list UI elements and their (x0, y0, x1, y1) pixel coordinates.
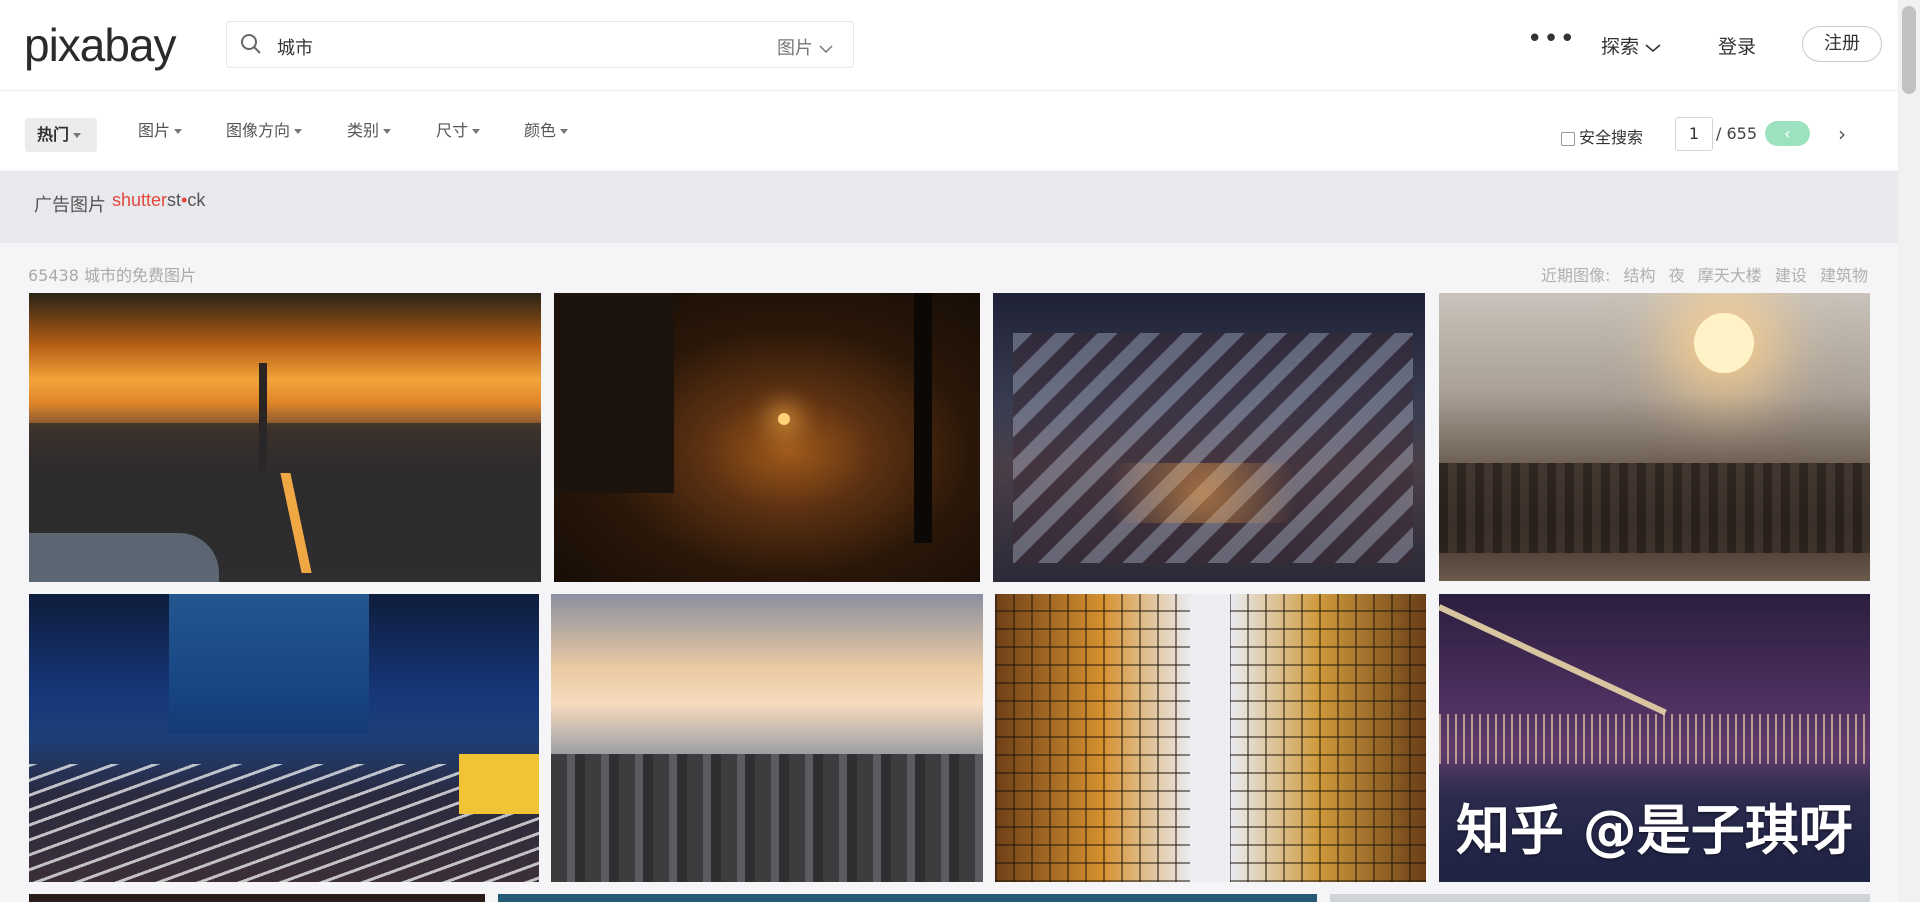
safe-search-toggle[interactable]: 安全搜索 (1561, 124, 1643, 148)
more-menu-button[interactable]: ••• (1527, 24, 1576, 54)
recent-tag[interactable]: 夜 (1669, 266, 1685, 285)
building-left (554, 293, 674, 493)
skyscrapers (551, 754, 983, 882)
caret-down-icon (383, 129, 392, 134)
photo-row3-c[interactable] (1330, 894, 1870, 902)
recent-label: 近期图像: (1541, 266, 1611, 285)
result-count: 65438 城市的免费图片 (28, 266, 196, 285)
login-link[interactable]: 登录 (1718, 32, 1756, 59)
search-input[interactable]: 城市 (277, 34, 313, 60)
recent-tag[interactable]: 建设 (1775, 266, 1807, 285)
photo-row3-b[interactable] (498, 894, 1317, 902)
checkbox[interactable] (1561, 131, 1575, 146)
caret-down-icon (73, 133, 82, 138)
sky-gap (1190, 594, 1230, 882)
photo-skyline-haze[interactable] (551, 594, 983, 882)
tree-trunk (914, 293, 932, 543)
scrollbar-thumb[interactable] (1902, 6, 1916, 94)
filter-hot[interactable]: 热门 (25, 118, 97, 152)
filter-category[interactable]: 类别 (347, 117, 392, 141)
recent-tag[interactable]: 建筑物 (1820, 266, 1868, 285)
crowd (1439, 463, 1870, 553)
sponsored-label: 广告图片 (34, 195, 106, 216)
next-page-button[interactable]: › (1838, 122, 1846, 146)
filter-image-label: 图片 (138, 121, 171, 140)
search-type-dropdown[interactable]: 图片 (777, 34, 833, 60)
safe-search-label: 安全搜索 (1579, 128, 1644, 147)
filter-hot-label: 热门 (37, 125, 70, 144)
city-lights (1439, 714, 1870, 764)
search-icon[interactable] (239, 32, 263, 60)
photo-light-trails-city[interactable] (29, 594, 539, 882)
page-scrollbar[interactable] (1898, 0, 1920, 902)
prev-page-button[interactable]: ‹ (1765, 121, 1810, 146)
photo-row3-a[interactable] (29, 894, 485, 902)
explore-menu[interactable]: 探索 (1601, 32, 1661, 59)
caret-down-icon (472, 129, 481, 134)
filter-size[interactable]: 尺寸 (436, 117, 481, 141)
shutterstock-logo[interactable]: shutterst•ck (112, 190, 205, 211)
watermark-text: 知乎 @是子琪呀 (1456, 799, 1853, 862)
photo-snowy-village[interactable] (993, 293, 1425, 582)
filter-size-label: 尺寸 (436, 121, 469, 140)
sunburst (1694, 313, 1754, 373)
photo-looking-up-towers[interactable] (995, 594, 1426, 882)
street-lamp-glow (778, 413, 790, 425)
search-type-label: 图片 (777, 38, 813, 59)
photo-city-street-sun[interactable] (1439, 293, 1870, 581)
page-number-input[interactable]: 1 (1675, 117, 1713, 151)
brand-part-c: ck (187, 190, 206, 210)
recent-tags: 近期图像: 结构 夜 摩天大楼 建设 建筑物 (1533, 262, 1868, 286)
photo-city-sunset[interactable] (29, 293, 541, 582)
brand-part-a: shutter (112, 190, 168, 210)
page-total: / 655 (1716, 124, 1758, 143)
bridge-cable (1439, 604, 1667, 716)
photo-cobblestone-night[interactable] (554, 293, 980, 582)
brand-part-b: st (167, 190, 182, 210)
recent-tag[interactable]: 摩天大楼 (1698, 266, 1762, 285)
filter-color-label: 颜色 (524, 121, 557, 140)
caret-down-icon (560, 129, 569, 134)
explore-label: 探索 (1601, 36, 1640, 58)
towers (169, 594, 369, 734)
register-button[interactable]: 注册 (1802, 26, 1882, 62)
recent-tag[interactable]: 结构 (1624, 266, 1656, 285)
roofs (1013, 333, 1413, 563)
yellow-station (459, 754, 539, 814)
filter-orientation[interactable]: 图像方向 (226, 117, 303, 141)
filter-color[interactable]: 颜色 (524, 117, 569, 141)
search-bar[interactable]: 城市 图片 (226, 21, 854, 68)
pixabay-logo[interactable]: pixabay (24, 14, 177, 76)
filter-category-label: 类别 (347, 121, 380, 140)
sponsored-bar: 广告图片 shutterst•ck (0, 171, 1898, 243)
chevron-down-icon (819, 45, 833, 54)
filter-orientation-label: 图像方向 (226, 121, 291, 140)
chevron-down-icon (1645, 43, 1661, 52)
top-header: pixabay 城市 图片 ••• 探索 登录 注册 (0, 0, 1898, 91)
caret-down-icon (294, 129, 303, 134)
caret-down-icon (174, 129, 183, 134)
warm-windows (1073, 463, 1333, 523)
lake (29, 533, 219, 582)
filter-image-type[interactable]: 图片 (138, 117, 183, 141)
